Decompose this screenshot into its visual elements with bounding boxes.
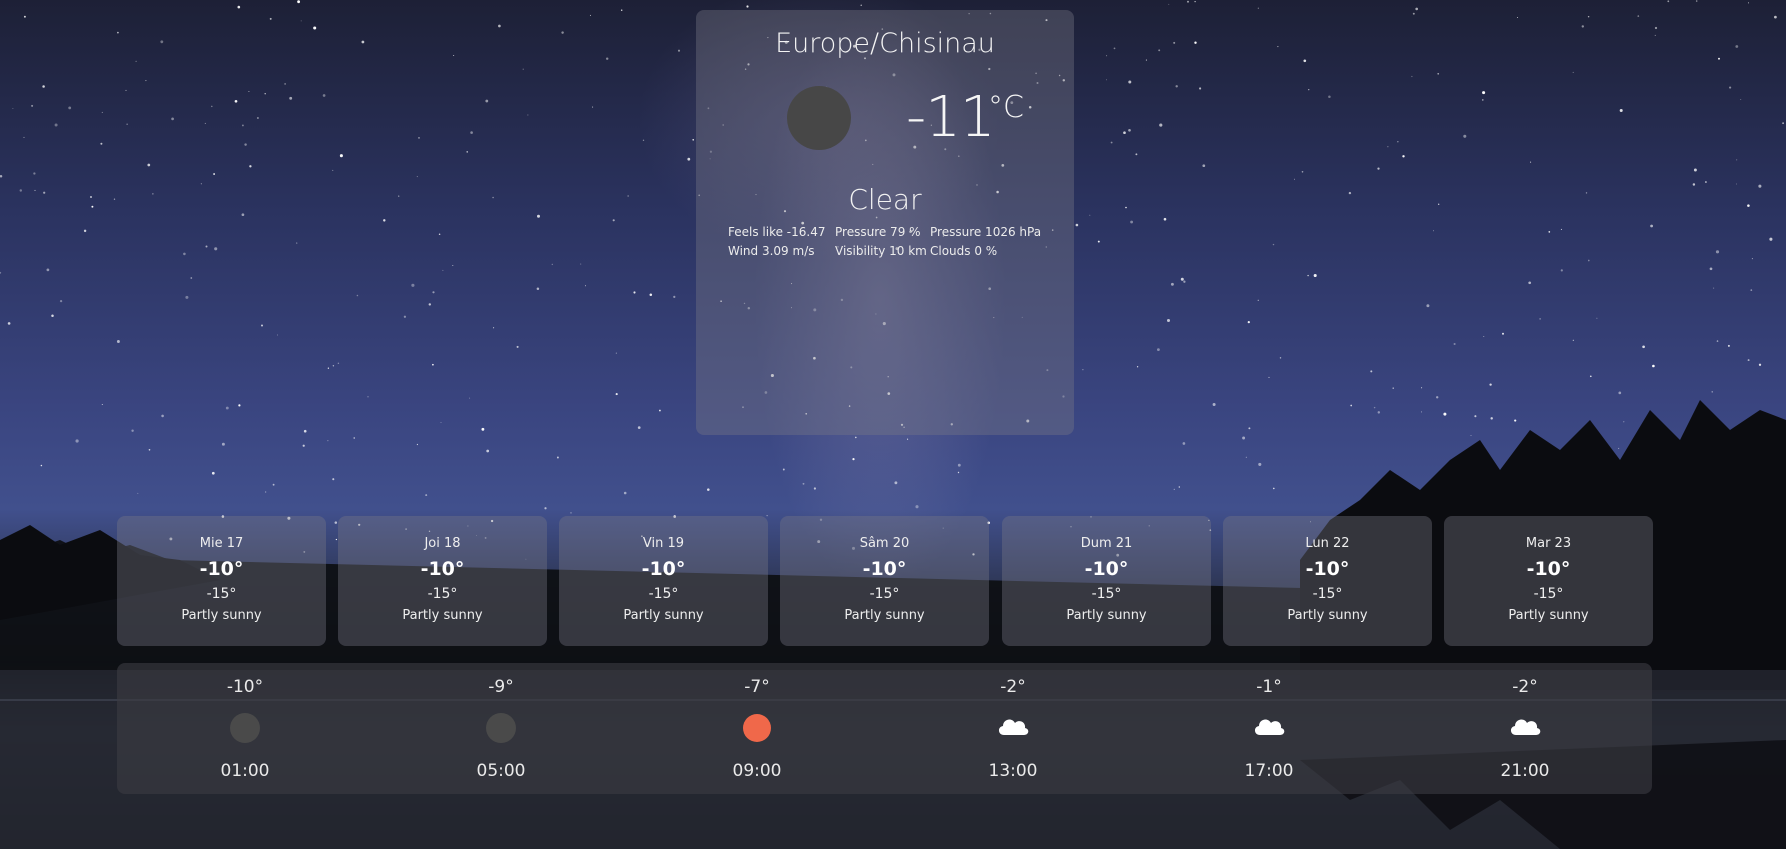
day-high-temp: -10° bbox=[862, 558, 907, 580]
clear-night-icon bbox=[230, 713, 260, 743]
day-high-temp: -10° bbox=[199, 558, 244, 580]
daily-forecast-card[interactable]: Mie 17 -10° -15° Partly sunny bbox=[117, 516, 326, 646]
day-low-temp: -15° bbox=[648, 586, 679, 602]
cloud-icon bbox=[1510, 713, 1541, 743]
clear-night-icon bbox=[787, 86, 851, 150]
hour-temp: -2° bbox=[1512, 677, 1538, 697]
clear-night-icon bbox=[486, 713, 516, 743]
current-temperature: -11 bbox=[906, 85, 995, 150]
day-name: Dum 21 bbox=[1080, 536, 1133, 551]
hourly-item: -1° 17:00 bbox=[1219, 663, 1319, 794]
pressure: Pressure 1026 hPa bbox=[930, 225, 1042, 239]
hourly-forecast: -10° 01:00 -9° 05:00 -7° 09:00 -2° 13:00… bbox=[117, 663, 1652, 794]
day-low-temp: -15° bbox=[1091, 586, 1122, 602]
daily-forecast-card[interactable]: Lun 22 -10° -15° Partly sunny bbox=[1223, 516, 1432, 646]
cloud-icon bbox=[998, 713, 1029, 743]
clouds: Clouds 0 % bbox=[930, 244, 998, 258]
humidity: Pressure 79 % bbox=[835, 225, 921, 239]
hour-time: 21:00 bbox=[1500, 761, 1550, 781]
day-high-temp: -10° bbox=[420, 558, 465, 580]
hour-temp: -1° bbox=[1256, 677, 1282, 697]
day-name: Vin 19 bbox=[642, 536, 685, 551]
sun-icon bbox=[742, 713, 772, 743]
hourly-item: -10° 01:00 bbox=[195, 663, 295, 794]
temperature-unit: °C bbox=[988, 90, 1024, 125]
daily-forecast-card[interactable]: Mar 23 -10° -15° Partly sunny bbox=[1444, 516, 1653, 646]
wind: Wind 3.09 m/s bbox=[728, 244, 815, 258]
day-low-temp: -15° bbox=[1533, 586, 1564, 602]
daily-forecast-card[interactable]: Vin 19 -10° -15° Partly sunny bbox=[559, 516, 768, 646]
day-low-temp: -15° bbox=[1312, 586, 1343, 602]
day-name: Sâm 20 bbox=[859, 536, 910, 551]
day-high-temp: -10° bbox=[1084, 558, 1129, 580]
cloud-icon bbox=[1254, 713, 1285, 743]
weather-details: Feels like -16.47 Pressure 79 % Pressure… bbox=[728, 225, 1048, 258]
day-low-temp: -15° bbox=[206, 586, 237, 602]
daily-forecast-card[interactable]: Dum 21 -10° -15° Partly sunny bbox=[1002, 516, 1211, 646]
hour-time: 05:00 bbox=[476, 761, 526, 781]
hour-time: 13:00 bbox=[988, 761, 1038, 781]
hour-temp: -2° bbox=[1000, 677, 1026, 697]
current-condition: Clear bbox=[848, 183, 922, 216]
hourly-item: -2° 21:00 bbox=[1475, 663, 1575, 794]
current-weather-card: Europe/Chisinau -11 °C Clear Feels like … bbox=[696, 10, 1074, 435]
day-name: Lun 22 bbox=[1305, 536, 1350, 551]
day-low-temp: -15° bbox=[869, 586, 900, 602]
day-description: Partly sunny bbox=[1287, 608, 1368, 623]
day-description: Partly sunny bbox=[623, 608, 704, 623]
hour-time: 09:00 bbox=[732, 761, 782, 781]
daily-forecast-card[interactable]: Joi 18 -10° -15° Partly sunny bbox=[338, 516, 547, 646]
visibility: Visibility 10 km bbox=[835, 244, 927, 258]
hourly-item: -9° 05:00 bbox=[451, 663, 551, 794]
hour-time: 17:00 bbox=[1244, 761, 1294, 781]
city-name: Europe/Chisinau bbox=[775, 28, 995, 59]
day-name: Mie 17 bbox=[199, 536, 244, 551]
day-name: Joi 18 bbox=[424, 536, 461, 551]
feels-like: Feels like -16.47 bbox=[728, 225, 826, 239]
day-high-temp: -10° bbox=[1305, 558, 1350, 580]
hourly-item: -2° 13:00 bbox=[963, 663, 1063, 794]
hour-time: 01:00 bbox=[220, 761, 270, 781]
day-description: Partly sunny bbox=[402, 608, 483, 623]
day-high-temp: -10° bbox=[1526, 558, 1571, 580]
hour-temp: -7° bbox=[744, 677, 770, 697]
day-high-temp: -10° bbox=[641, 558, 686, 580]
day-low-temp: -15° bbox=[427, 586, 458, 602]
hour-temp: -9° bbox=[488, 677, 514, 697]
day-description: Partly sunny bbox=[1508, 608, 1589, 623]
day-description: Partly sunny bbox=[181, 608, 262, 623]
day-name: Mar 23 bbox=[1525, 536, 1572, 551]
day-description: Partly sunny bbox=[1066, 608, 1147, 623]
day-description: Partly sunny bbox=[844, 608, 925, 623]
hour-temp: -10° bbox=[226, 677, 264, 697]
hourly-item: -7° 09:00 bbox=[707, 663, 807, 794]
daily-forecast-card[interactable]: Sâm 20 -10° -15° Partly sunny bbox=[780, 516, 989, 646]
